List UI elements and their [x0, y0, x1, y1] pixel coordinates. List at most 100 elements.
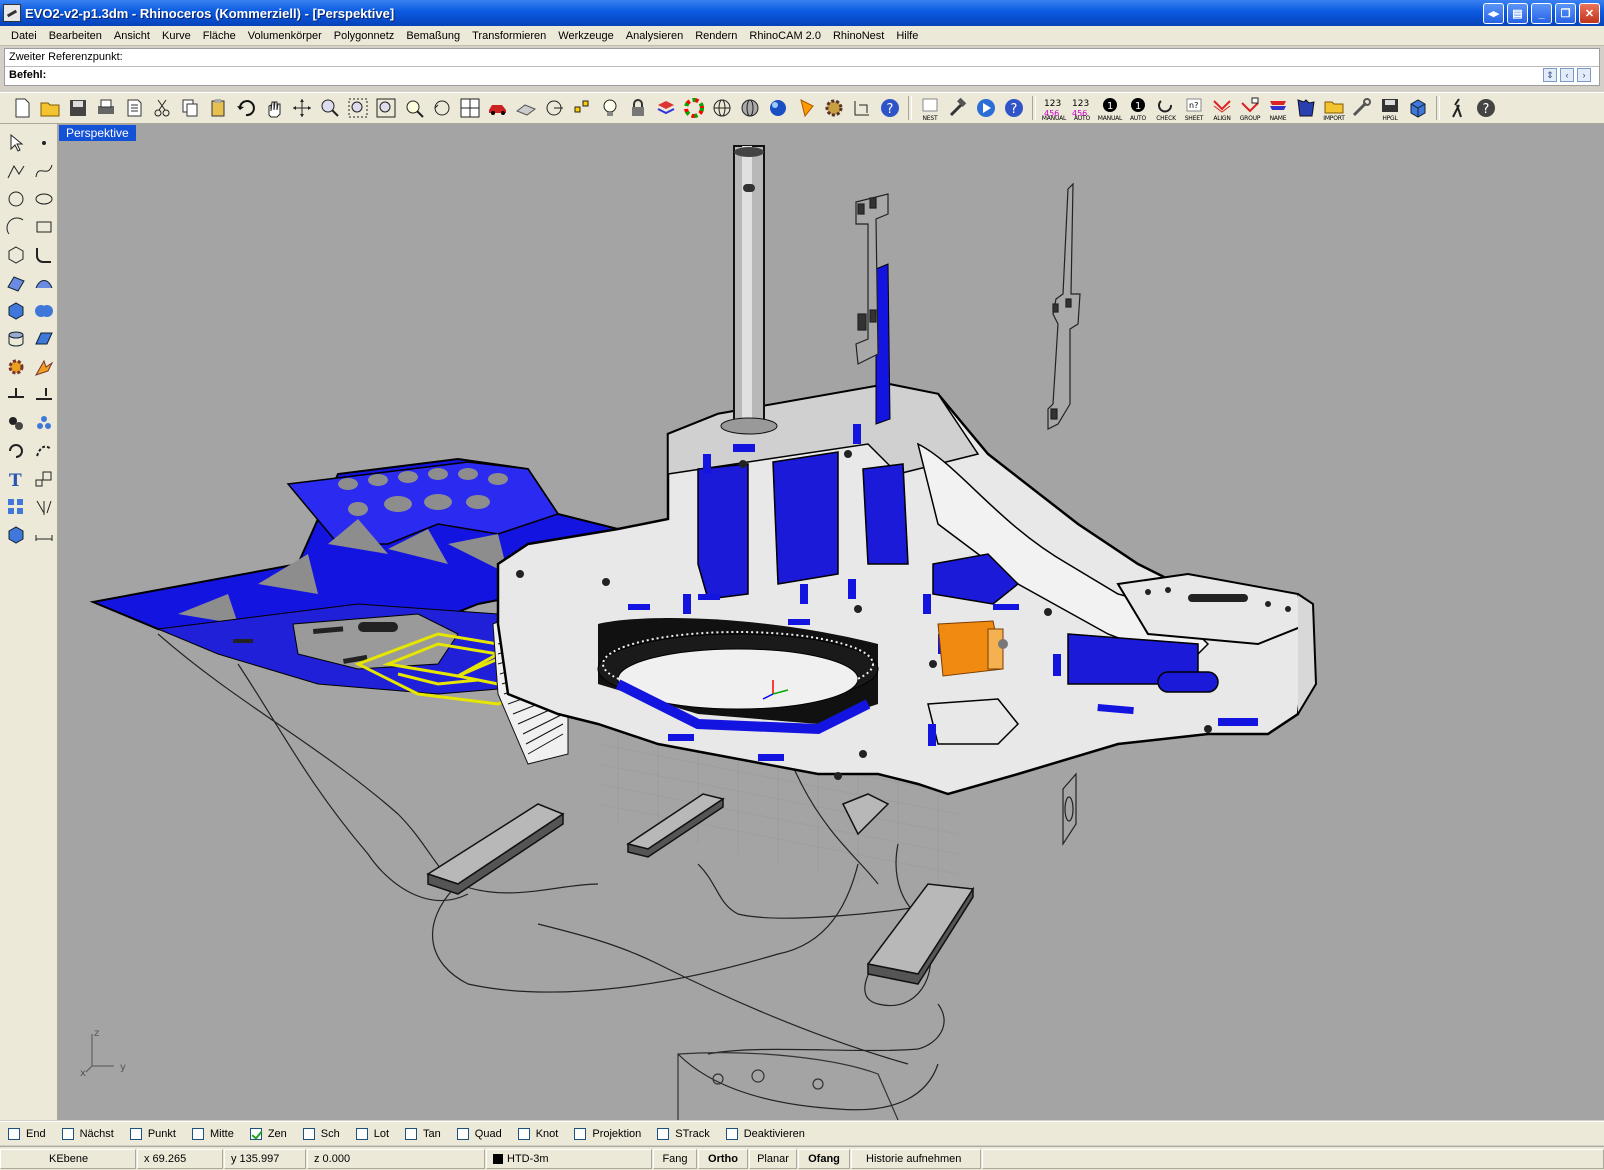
osnap-checkbox[interactable]: [355, 1127, 368, 1140]
four-viewports-icon[interactable]: [457, 95, 483, 121]
menu-item-fläche[interactable]: Fläche: [197, 30, 242, 42]
minimize-button[interactable]: _: [1531, 3, 1552, 24]
render-icon[interactable]: [793, 95, 819, 121]
menu-item-rhinonest[interactable]: RhinoNest: [827, 30, 890, 42]
fillet-curves-icon[interactable]: [31, 242, 57, 268]
render-object-icon[interactable]: [3, 522, 29, 548]
zoom-selected-icon[interactable]: [401, 95, 427, 121]
menu-item-volumenkörper[interactable]: Volumenkörper: [242, 30, 328, 42]
osnap-checkbox[interactable]: [61, 1127, 74, 1140]
osnap-checkbox[interactable]: [191, 1127, 204, 1140]
zoom-extents-icon[interactable]: [373, 95, 399, 121]
surface-icon[interactable]: [3, 270, 29, 296]
import-icon[interactable]: IMPORT: [1321, 95, 1347, 122]
command-back-icon[interactable]: ‹: [1560, 68, 1574, 82]
model-scene[interactable]: z x y: [58, 124, 1604, 1120]
layer-icon[interactable]: [653, 95, 679, 121]
osnap-checkbox[interactable]: [725, 1127, 738, 1140]
osnap-zen[interactable]: Zen: [249, 1127, 287, 1140]
osnap-deaktivieren[interactable]: Deaktivieren: [725, 1127, 805, 1140]
save-icon[interactable]: [65, 95, 91, 121]
trim-icon[interactable]: [3, 382, 29, 408]
curve-icon[interactable]: [31, 158, 57, 184]
osnap-sch[interactable]: Sch: [302, 1127, 340, 1140]
name-icon[interactable]: NAME: [1265, 95, 1291, 122]
current-layer[interactable]: HTD-3m: [486, 1148, 652, 1169]
hammer-icon[interactable]: [945, 95, 971, 121]
text-tool-icon[interactable]: T: [3, 466, 29, 492]
transform-gear-icon[interactable]: [3, 354, 29, 380]
menu-item-ansicht[interactable]: Ansicht: [108, 30, 156, 42]
menu-item-transformieren[interactable]: Transformieren: [466, 30, 552, 42]
new-file-icon[interactable]: [9, 95, 35, 121]
menu-item-polygonnetz[interactable]: Polygonnetz: [328, 30, 401, 42]
planar-toggle[interactable]: Planar: [749, 1148, 797, 1169]
cplane-icon[interactable]: [513, 95, 539, 121]
check-icon[interactable]: CHECK: [1153, 95, 1179, 122]
box-3d-icon[interactable]: [1405, 95, 1431, 121]
zoom-window-icon[interactable]: [345, 95, 371, 121]
osnap-checkbox[interactable]: [302, 1127, 315, 1140]
osnap-projektion[interactable]: Projektion: [574, 1127, 641, 1140]
group-objects-icon[interactable]: [31, 410, 57, 436]
osnap-checkbox[interactable]: [129, 1127, 142, 1140]
osnap-checkbox[interactable]: [8, 1127, 20, 1140]
osnap-checkbox[interactable]: [456, 1127, 469, 1140]
auto-456-icon[interactable]: 123 456 AUTO: [1069, 95, 1095, 122]
point-icon[interactable]: [31, 130, 57, 156]
menu-item-datei[interactable]: Datei: [5, 30, 43, 42]
join-icon[interactable]: [3, 410, 29, 436]
rhino-app-icon[interactable]: [3, 4, 21, 22]
osnap-strack[interactable]: STrack: [657, 1127, 710, 1140]
perspective-viewport[interactable]: z x y Perspektive: [58, 124, 1604, 1120]
osnap-lot[interactable]: Lot: [355, 1127, 389, 1140]
osnap-checkbox[interactable]: [249, 1127, 262, 1140]
loft-icon[interactable]: [31, 270, 57, 296]
nest-help-icon[interactable]: ?: [1001, 95, 1027, 121]
paste-icon[interactable]: [205, 95, 231, 121]
osnap-knot[interactable]: Knot: [517, 1127, 558, 1140]
plane-surface-icon[interactable]: [31, 326, 57, 352]
cplane-indicator[interactable]: KEbene: [0, 1148, 136, 1169]
osnap-end[interactable]: End: [8, 1127, 46, 1140]
command-updown-icon[interactable]: ⇕: [1543, 68, 1557, 82]
lock-icon[interactable]: [625, 95, 651, 121]
osnap-checkbox[interactable]: [517, 1127, 530, 1140]
toolbar-toggle-button[interactable]: ▤: [1507, 3, 1528, 24]
osnap-tan[interactable]: Tan: [405, 1127, 441, 1140]
boolean-union-icon[interactable]: [31, 298, 57, 324]
restore-button[interactable]: ❐: [1555, 3, 1576, 24]
manual-456-icon[interactable]: 123 456 MANUAL: [1041, 95, 1067, 122]
nest-parts-icon[interactable]: [1293, 95, 1319, 121]
options-gear-icon[interactable]: [821, 95, 847, 121]
help-icon[interactable]: ?: [877, 95, 903, 121]
close-button[interactable]: ✕: [1579, 3, 1600, 24]
menu-item-bearbeiten[interactable]: Bearbeiten: [43, 30, 108, 42]
move-tool-icon[interactable]: [31, 438, 57, 464]
ortho-toggle[interactable]: Ortho: [698, 1148, 748, 1169]
menu-item-kurve[interactable]: Kurve: [156, 30, 197, 42]
array-tool-icon[interactable]: [3, 494, 29, 520]
undo-view-icon[interactable]: [429, 95, 455, 121]
command-forward-icon[interactable]: ›: [1577, 68, 1591, 82]
circle-icon[interactable]: [3, 186, 29, 212]
page-setup-icon[interactable]: [121, 95, 147, 121]
mirror-tool-icon[interactable]: [31, 494, 57, 520]
osnap-nächst[interactable]: Nächst: [61, 1127, 114, 1140]
car-icon[interactable]: [485, 95, 511, 121]
copy-icon[interactable]: [177, 95, 203, 121]
polygon-icon[interactable]: [3, 242, 29, 268]
menu-item-hilfe[interactable]: Hilfe: [890, 30, 924, 42]
open-folder-icon[interactable]: [37, 95, 63, 121]
menu-item-werkzeuge[interactable]: Werkzeuge: [552, 30, 619, 42]
rotate-view-icon[interactable]: [289, 95, 315, 121]
print-icon[interactable]: [93, 95, 119, 121]
osnap-checkbox[interactable]: [657, 1127, 670, 1140]
nest-icon[interactable]: NEST: [917, 95, 943, 122]
osnap-mitte[interactable]: Mitte: [191, 1127, 234, 1140]
pliers-icon[interactable]: [1445, 95, 1471, 121]
dimension-tool-icon[interactable]: [31, 522, 57, 548]
auto-one-icon[interactable]: 1 AUTO: [1125, 95, 1151, 122]
menu-item-analysieren[interactable]: Analysieren: [620, 30, 689, 42]
extrude-icon[interactable]: [3, 326, 29, 352]
